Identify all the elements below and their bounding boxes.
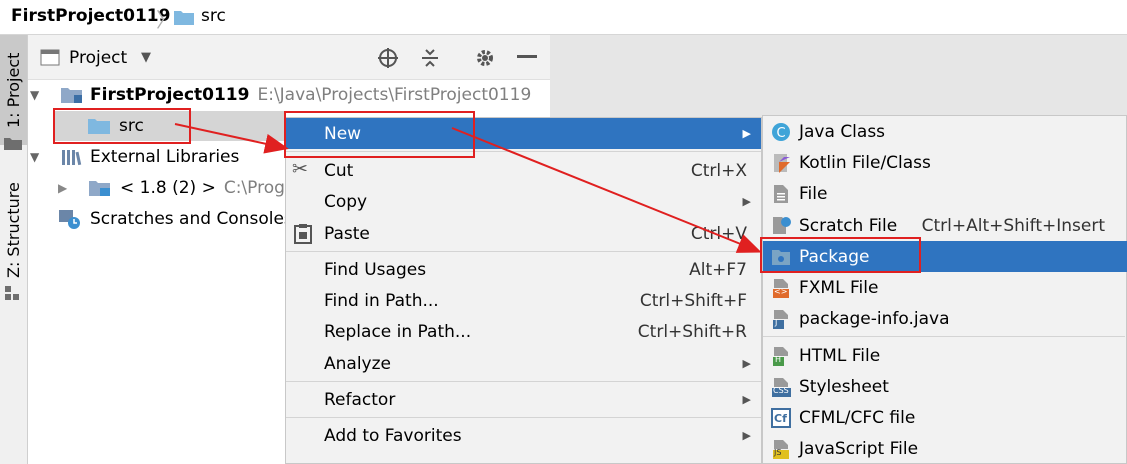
- annotation-arrow: [174, 123, 289, 154]
- annotation-arrows: [174, 123, 762, 253]
- annotation-arrow: [451, 127, 762, 253]
